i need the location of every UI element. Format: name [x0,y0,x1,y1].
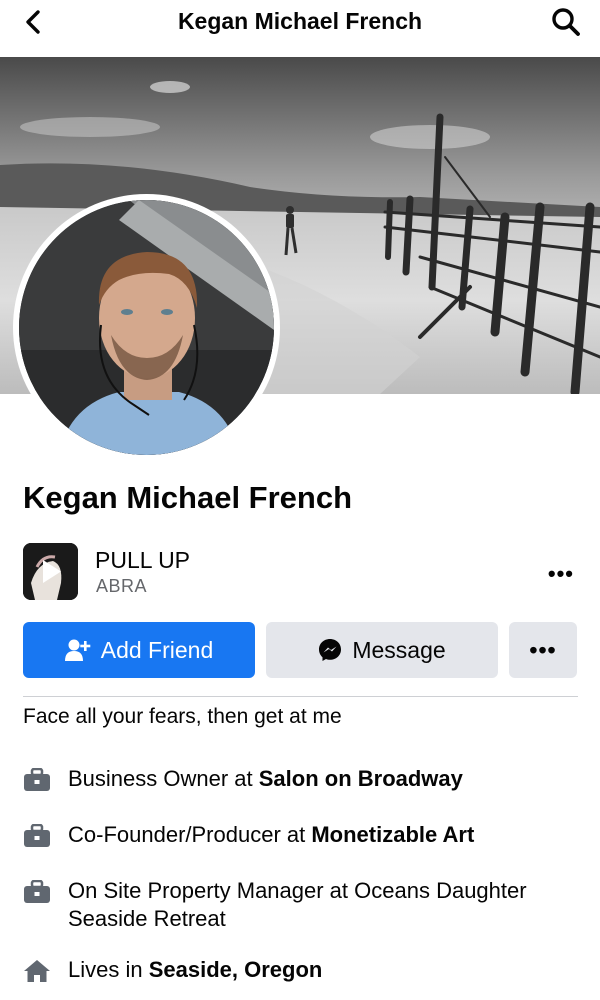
song-artwork[interactable] [23,543,78,600]
profile-song[interactable]: PULL UP ABRA ••• [23,543,578,601]
more-options-button[interactable]: ••• [509,622,577,678]
song-artist: ABRA [96,576,148,596]
page-title: Kegan Michael French [177,8,423,34]
message-label: Message [352,636,446,663]
detail-text: On Site Property Manager at Oceans Daugh… [68,878,527,931]
profile-name: Kegan Michael French [23,480,353,515]
avatar[interactable] [13,194,280,461]
bio-text: Face all your fears, then get at me [23,705,342,728]
search-icon[interactable] [550,6,582,38]
home-icon [24,960,50,982]
briefcase-icon [24,768,50,791]
add-friend-icon [64,638,91,662]
profile-photo [19,200,274,455]
detail-text: Co-Founder/Producer at Monetizable Art [68,822,475,847]
briefcase-icon [24,880,50,903]
song-more-button[interactable]: ••• [548,561,574,587]
messenger-icon [318,638,342,662]
message-button[interactable]: Message [266,622,498,678]
add-friend-label: Add Friend [100,636,214,663]
top-bar: Kegan Michael French [0,0,600,56]
briefcase-icon [24,824,50,847]
add-friend-button[interactable]: Add Friend [23,622,255,678]
song-title: PULL UP [95,547,191,573]
detail-text: Business Owner at Salon on Broadway [68,766,463,791]
detail-text: Lives in Seaside, Oregon [68,957,323,982]
divider [23,696,578,697]
